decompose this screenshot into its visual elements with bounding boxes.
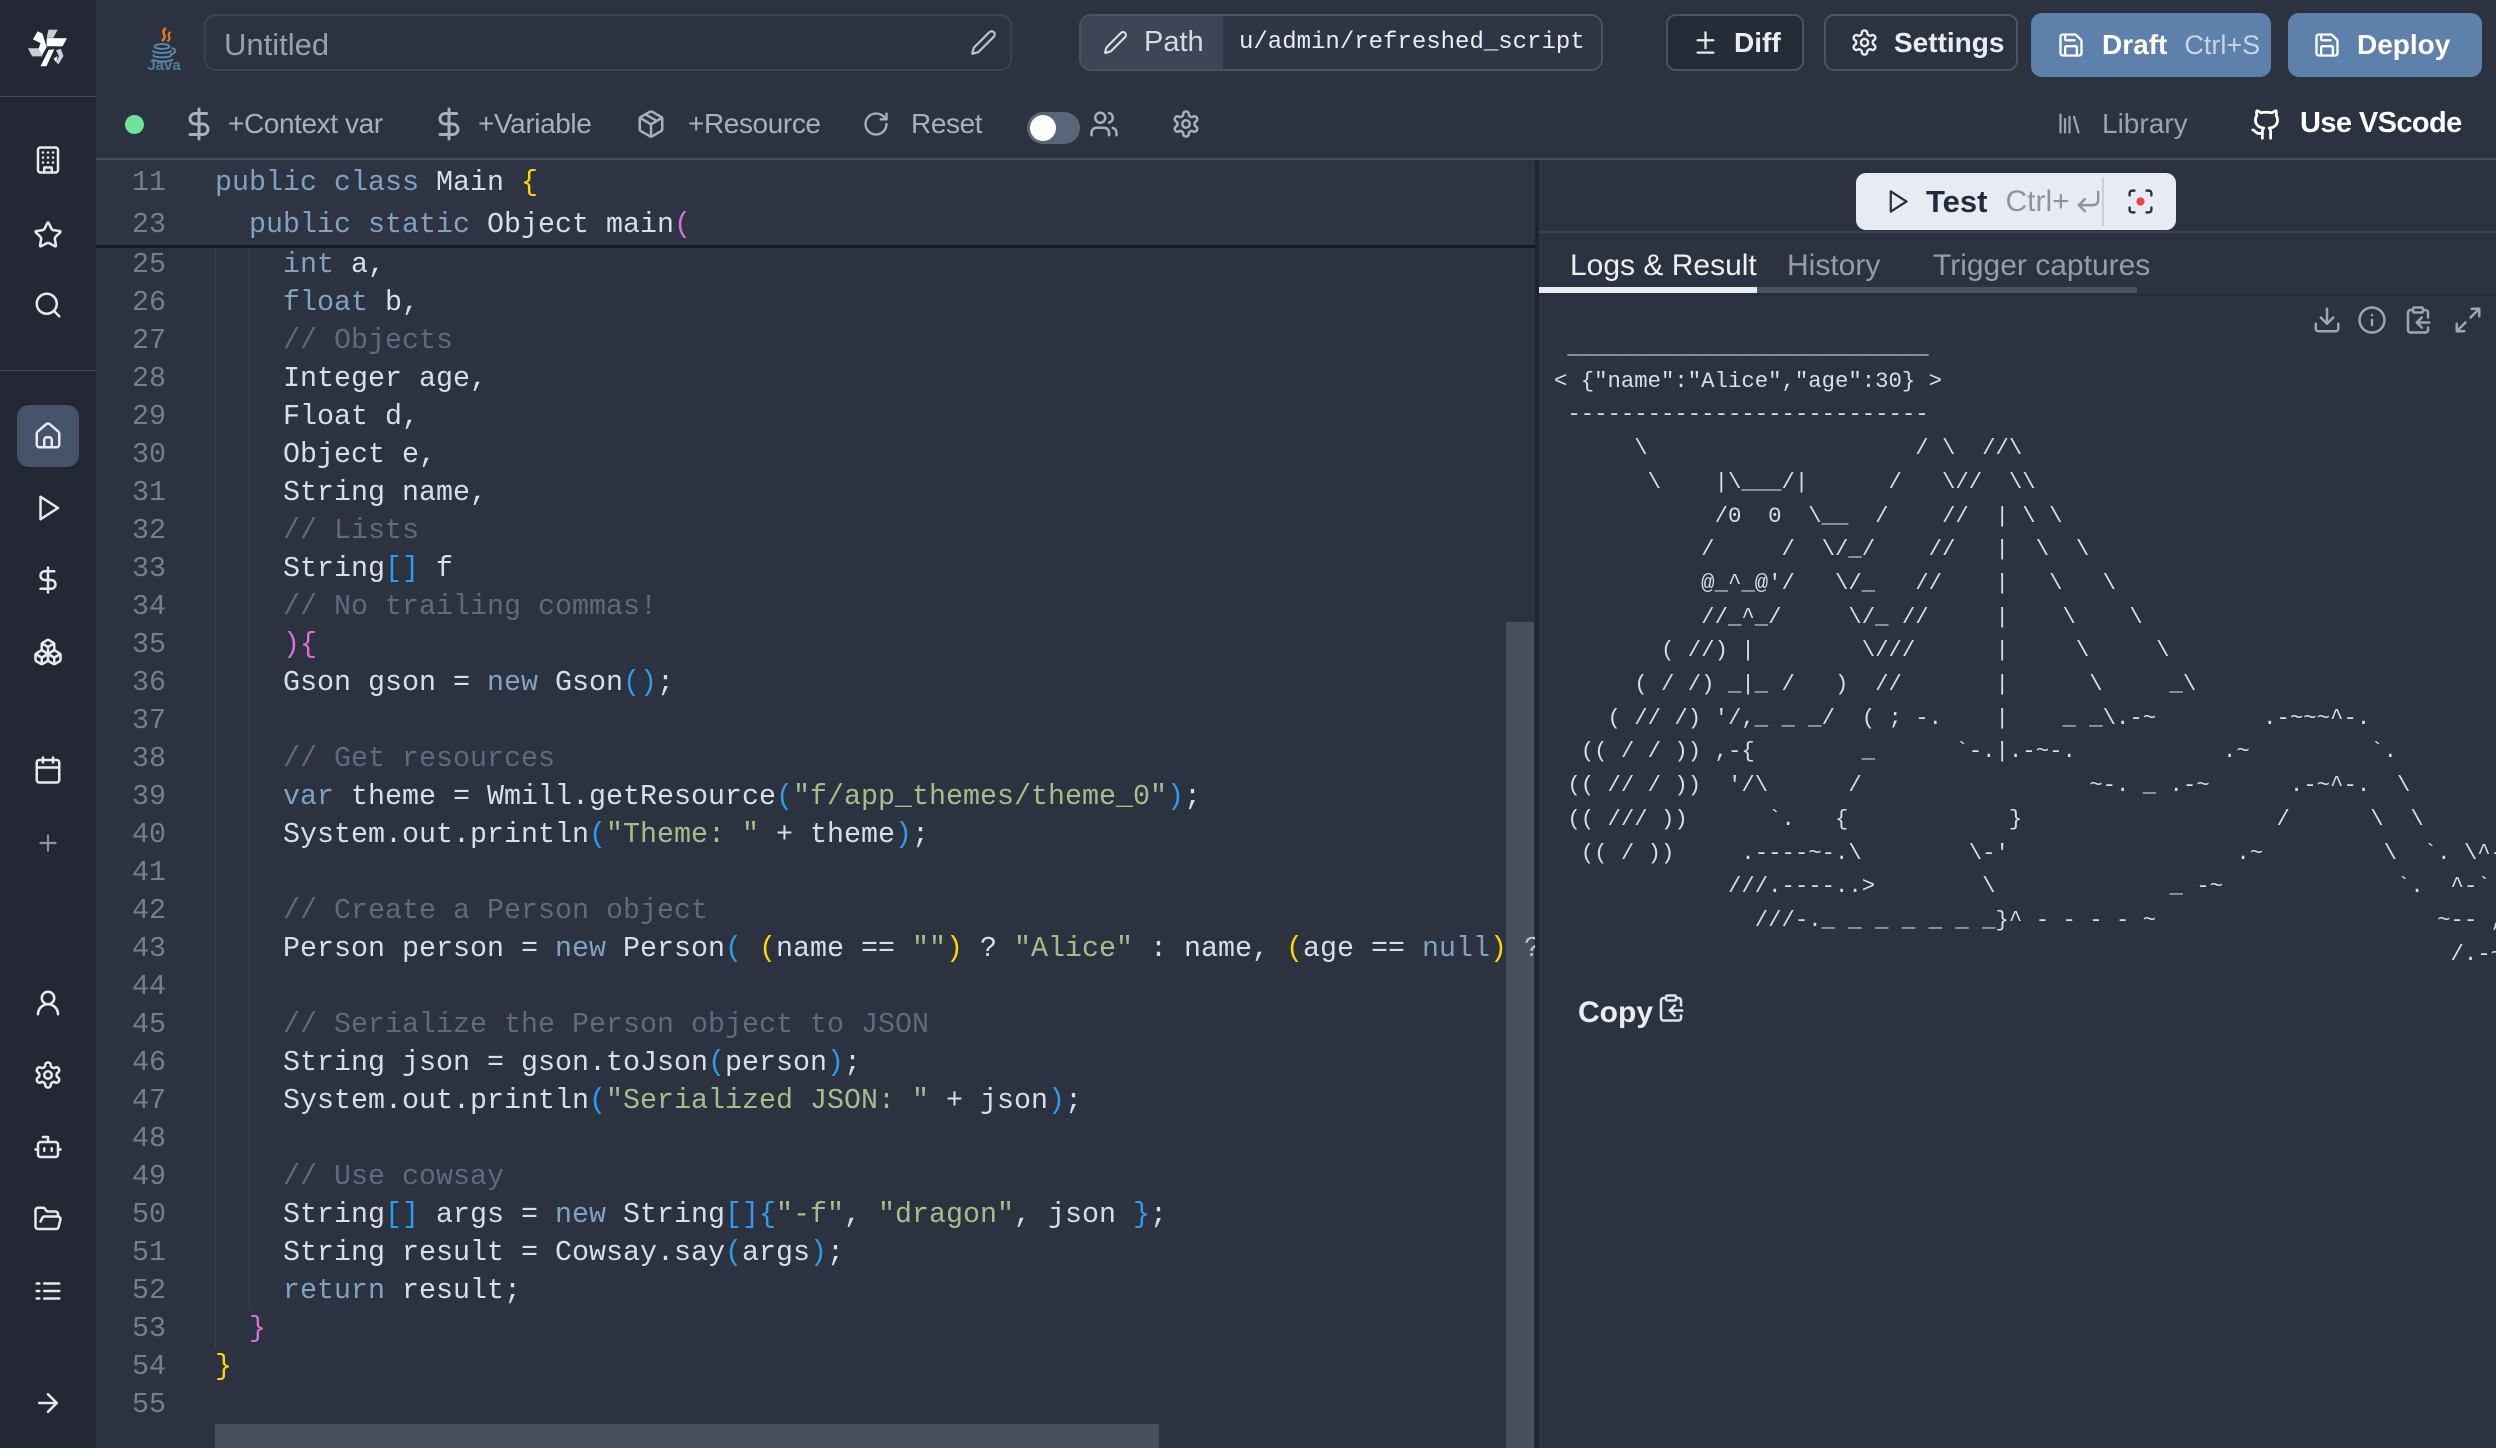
svg-text:Java: Java: [147, 57, 181, 72]
